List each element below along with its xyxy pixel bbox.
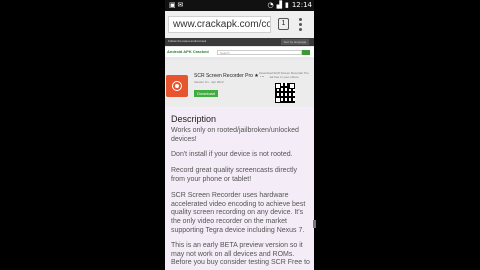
qr-caption: Download SCR Screen Recorder Pro Ad-free… xyxy=(259,71,309,79)
site-search-input[interactable]: Search xyxy=(217,50,302,55)
qr-code-icon xyxy=(275,83,295,103)
status-bar: ▣ ✉ ◔ ▟ ▮ 12:14 xyxy=(165,0,314,11)
app-meta: Version 0.x · Apr 2013 xyxy=(194,80,224,84)
site-search-button[interactable] xyxy=(302,50,310,55)
description-paragraph: This is an early BETA preview version so… xyxy=(171,242,310,267)
browser-toolbar: www.crackapk.com/com 1 xyxy=(165,11,314,39)
site-tagline: Follow the latest android apk xyxy=(168,39,207,43)
tabs-button[interactable]: 1 xyxy=(278,18,289,30)
site-logo[interactable]: Android APK Cracked xyxy=(167,49,209,54)
menu-icon[interactable] xyxy=(299,17,303,31)
description-paragraph: Don't install if your device is not root… xyxy=(171,151,293,158)
app-card: SCR Screen Recorder Pro ★ ... Version 0.… xyxy=(165,60,314,107)
notification-icons: ▣ ✉ xyxy=(169,2,184,9)
url-field[interactable]: www.crackapk.com/com xyxy=(168,16,271,33)
app-title[interactable]: SCR Screen Recorder Pro ★ ... xyxy=(194,73,264,79)
description-paragraph: SCR Screen Recorder uses hardware accele… xyxy=(171,192,306,234)
battery-icon: ▮ xyxy=(284,1,289,9)
description-paragraph: Record great quality screencasts directl… xyxy=(171,167,298,183)
download-button[interactable]: Download xyxy=(194,90,218,97)
site-header: Android APK Cracked Search xyxy=(165,47,314,57)
description-section: Description Works only on rooted/jailbro… xyxy=(165,107,314,270)
description-heading: Description xyxy=(171,114,217,124)
app-icon[interactable] xyxy=(166,75,188,97)
site-header-area: Follow the latest android apk Sort by la… xyxy=(165,38,314,107)
phone-screen: ▣ ✉ ◔ ▟ ▮ 12:14 www.crackapk.com/com 1 F… xyxy=(165,0,314,270)
status-time: 12:14 xyxy=(291,1,312,9)
wifi-icon: ◔ xyxy=(267,1,274,9)
scroll-indicator xyxy=(313,220,316,228)
description-paragraph: Works only on rooted/jailbroken/unlocked… xyxy=(171,127,299,143)
sort-button[interactable]: Sort by language xyxy=(281,39,309,45)
signal-icon: ▟ xyxy=(276,1,282,9)
site-topbar: Follow the latest android apk Sort by la… xyxy=(165,38,314,46)
